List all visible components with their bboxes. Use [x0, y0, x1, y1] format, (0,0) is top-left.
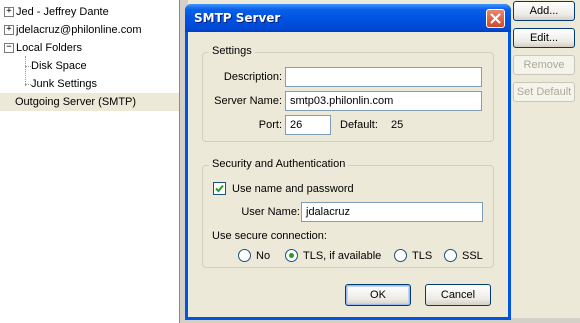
smtp-server-dialog: SMTP Server Settings Description: Server…: [185, 4, 511, 320]
tree-item-label: Outgoing Server (SMTP): [15, 96, 137, 108]
radio-tls-if-available[interactable]: [285, 249, 298, 262]
default-port-value: 25: [391, 119, 404, 131]
expand-icon[interactable]: +: [4, 7, 14, 17]
radio-tls[interactable]: [394, 249, 407, 262]
tree-item-local-folders[interactable]: − Local Folders: [0, 40, 178, 56]
tree-item-label: jdelacruz@philonline.com: [16, 24, 142, 36]
group-title: Settings: [209, 45, 255, 57]
server-name-input[interactable]: smtp03.philonlin.com: [285, 91, 482, 111]
remove-button[interactable]: Remove: [513, 55, 575, 75]
checkmark-icon: [215, 184, 224, 193]
radio-no[interactable]: [238, 249, 251, 262]
port-label: Port:: [258, 119, 282, 131]
use-name-password-checkbox[interactable]: [213, 182, 226, 195]
ok-button[interactable]: OK: [345, 284, 411, 306]
use-name-password-label: Use name and password: [232, 183, 354, 195]
set-default-button[interactable]: Set Default: [513, 82, 575, 102]
account-tree: + Jed - Jeffrey Dante + jdelacruz@philon…: [0, 0, 180, 323]
add-button[interactable]: Add...: [513, 1, 575, 21]
tree-item-disk-space[interactable]: Disk Space: [31, 58, 87, 74]
username-label: User Name:: [241, 206, 300, 218]
tree-connector: [25, 56, 26, 86]
server-name-label: Server Name:: [214, 95, 282, 107]
description-label: Description:: [223, 71, 282, 83]
dialog-titlebar[interactable]: SMTP Server: [185, 4, 511, 32]
edit-button[interactable]: Edit...: [513, 28, 575, 48]
default-port-label: Default:: [340, 119, 378, 131]
tree-item-account[interactable]: + Jed - Jeffrey Dante: [0, 4, 178, 20]
radio-ssl[interactable]: [444, 249, 457, 262]
tree-item-label: Junk Settings: [31, 78, 98, 90]
secure-connection-label: Use secure connection:: [212, 230, 327, 242]
dialog-title: SMTP Server: [194, 11, 281, 25]
close-button[interactable]: [486, 9, 505, 28]
dialog-client: Settings Description: Server Name: smtp0…: [188, 32, 508, 317]
radio-tls-label: TLS: [412, 250, 433, 262]
tree-item-account[interactable]: + jdelacruz@philonline.com: [0, 22, 178, 38]
tree-item-label: Disk Space: [31, 60, 87, 72]
group-title: Security and Authentication: [209, 158, 349, 170]
radio-ssl-label: SSL: [462, 250, 483, 262]
radio-selected-dot: [289, 253, 294, 258]
radio-no-label: No: [256, 250, 271, 262]
tree-item-label: Jed - Jeffrey Dante: [16, 6, 109, 18]
username-input[interactable]: jdalacruz: [301, 202, 483, 222]
description-input[interactable]: [285, 67, 482, 87]
tree-item-label: Local Folders: [16, 42, 83, 54]
tree-item-outgoing-server[interactable]: Outgoing Server (SMTP): [0, 93, 179, 111]
tree-item-junk-settings[interactable]: Junk Settings: [31, 76, 97, 92]
close-icon: [490, 13, 501, 24]
cancel-button[interactable]: Cancel: [425, 284, 491, 306]
port-input[interactable]: 26: [285, 115, 331, 135]
collapse-icon[interactable]: −: [4, 43, 14, 53]
radio-tls-if-available-label: TLS, if available: [303, 250, 382, 262]
expand-icon[interactable]: +: [4, 25, 14, 35]
